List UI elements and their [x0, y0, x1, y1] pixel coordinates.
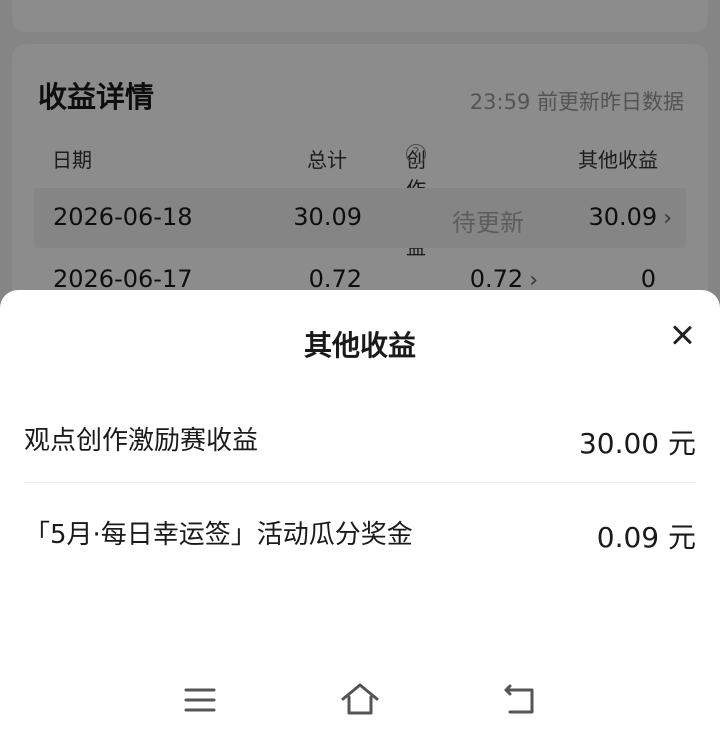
- item-label: 观点创作激励赛收益: [24, 426, 259, 456]
- divider: [24, 482, 696, 483]
- back-icon[interactable]: [500, 680, 540, 720]
- list-item: 观点创作激励赛收益 30.00 元: [24, 392, 696, 486]
- sheet-title: 其他收益: [303, 329, 416, 362]
- item-value: 0.09 元: [596, 521, 696, 554]
- list-item: 「5月·每日幸运签」活动瓜分奖金 0.09 元: [24, 486, 696, 580]
- menu-icon[interactable]: [180, 680, 220, 720]
- item-value: 30.00 元: [578, 427, 696, 460]
- system-nav-bar: [0, 668, 720, 732]
- item-label: 「5月·每日幸运签」活动瓜分奖金: [24, 520, 413, 550]
- close-icon[interactable]: [666, 320, 698, 352]
- home-icon[interactable]: [340, 680, 380, 720]
